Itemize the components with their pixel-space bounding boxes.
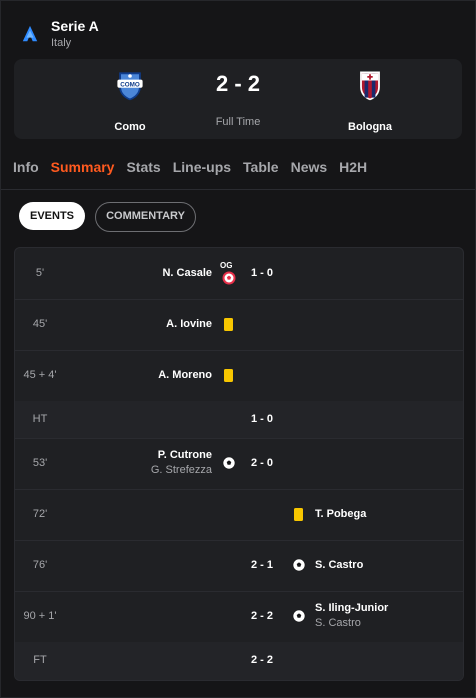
- yellow-card-icon: [292, 508, 306, 522]
- yellow-card-icon: [222, 318, 236, 332]
- event-row: 90 + 1' 2 - 2 S. Iling-Junior S. Castro: [15, 591, 463, 643]
- event-minute: 90 + 1': [23, 610, 57, 622]
- match-status: Full Time: [215, 116, 261, 128]
- tab-table[interactable]: Table: [243, 159, 279, 175]
- league-country: Italy: [51, 37, 72, 49]
- own-goal-label: OG: [220, 261, 233, 270]
- away-team-name: Bologna: [348, 121, 392, 133]
- match-summary-panel: Serie A Italy COMO Como 2 - 2 Full Time: [0, 0, 476, 698]
- event-assist-player[interactable]: G. Strefezza: [151, 464, 212, 476]
- own-goal-icon: [222, 271, 236, 285]
- home-team-name: Como: [114, 121, 146, 133]
- event-score: 2 - 2: [250, 610, 273, 622]
- event-home-player[interactable]: A. Moreno: [158, 369, 212, 381]
- tab-news[interactable]: News: [291, 159, 328, 175]
- event-row: 53' P. Cutrone G. Strefezza 2 - 0: [15, 438, 463, 490]
- como-crest-icon: COMO: [117, 72, 143, 101]
- goal-icon: [292, 558, 306, 572]
- events-list: 5' N. Casale OG 1 - 0 45' A. Iovine 45 +…: [14, 247, 464, 681]
- tab-info[interactable]: Info: [13, 159, 39, 175]
- event-row: 45' A. Iovine: [15, 299, 463, 351]
- event-score: 1 - 0: [250, 413, 273, 425]
- tab-summary[interactable]: Summary: [51, 159, 115, 175]
- tab-stats[interactable]: Stats: [126, 159, 160, 175]
- event-row: 72' T. Pobega: [15, 489, 463, 541]
- event-home-player[interactable]: P. Cutrone: [158, 449, 212, 461]
- event-score: 2 - 1: [250, 559, 273, 571]
- event-minute: 72': [32, 508, 48, 520]
- event-row: 45 + 4' A. Moreno: [15, 350, 463, 402]
- tab-lineups[interactable]: Line-ups: [173, 159, 231, 175]
- tab-h2h[interactable]: H2H: [339, 159, 367, 175]
- events-toggle-button[interactable]: EVENTS: [19, 202, 85, 230]
- event-home-player[interactable]: N. Casale: [162, 267, 212, 279]
- event-assist-player[interactable]: S. Castro: [315, 617, 361, 629]
- event-minute: 45 + 4': [23, 369, 57, 381]
- bologna-crest-icon: [360, 71, 380, 101]
- serie-a-logo-icon: [22, 25, 38, 42]
- half-time-row: HT 1 - 0: [15, 401, 463, 439]
- event-away-player[interactable]: S. Castro: [315, 559, 363, 571]
- goal-icon: [292, 609, 306, 623]
- event-away-player[interactable]: S. Iling-Junior: [315, 602, 388, 614]
- event-score: 2 - 0: [250, 457, 273, 469]
- event-minute: 53': [32, 457, 48, 469]
- away-team[interactable]: Bologna: [320, 67, 420, 133]
- goal-icon: [222, 456, 236, 470]
- event-row: 76' 2 - 1 S. Castro: [15, 540, 463, 592]
- event-minute: 45': [32, 318, 48, 330]
- event-row: 5' N. Casale OG 1 - 0: [15, 248, 463, 300]
- yellow-card-icon: [222, 369, 236, 383]
- commentary-toggle-button[interactable]: COMMENTARY: [95, 202, 196, 232]
- event-minute: 76': [32, 559, 48, 571]
- event-home-player[interactable]: A. Iovine: [166, 318, 212, 330]
- event-minute: HT: [32, 413, 48, 425]
- event-away-player[interactable]: T. Pobega: [315, 508, 366, 520]
- home-team[interactable]: COMO Como: [80, 67, 180, 133]
- tabs-divider: [1, 189, 475, 190]
- league-name: Serie A: [51, 18, 99, 34]
- event-score: 1 - 0: [250, 267, 273, 279]
- match-tabs: Info Summary Stats Line-ups Table News H2H: [13, 159, 379, 189]
- svg-text:COMO: COMO: [120, 81, 140, 88]
- event-minute: 5': [35, 267, 45, 279]
- event-minute: FT: [33, 654, 47, 666]
- event-score: 2 - 2: [250, 654, 273, 666]
- match-score: 2 - 2: [215, 71, 261, 96]
- scoreboard: COMO Como 2 - 2 Full Time Bologna: [14, 59, 462, 139]
- full-time-row: FT 2 - 2: [15, 642, 463, 680]
